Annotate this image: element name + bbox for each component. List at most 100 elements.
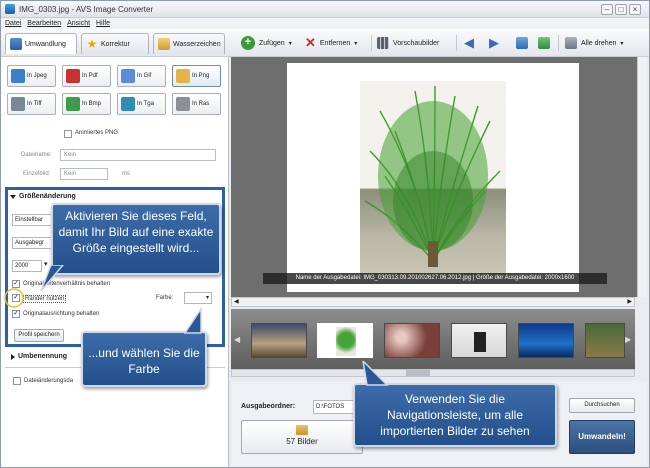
tiff-icon: [11, 97, 25, 111]
toolbar-separator: [558, 35, 559, 51]
date-change-checkbox[interactable]: [13, 377, 21, 385]
output-info-bar: Name der Ausgabedatei: IMG_030313.09.201…: [263, 273, 607, 284]
rotate-left-button[interactable]: [516, 35, 528, 51]
color-label: Farbe:: [156, 295, 174, 301]
format-ras-button[interactable]: In Ras: [172, 93, 221, 115]
format-label: In Png: [192, 73, 210, 79]
keep-orientation-checkbox[interactable]: ✓: [12, 310, 20, 318]
png-icon: [176, 69, 190, 83]
next-button[interactable]: ▶: [489, 35, 499, 51]
scroll-left-icon[interactable]: ◀: [234, 298, 239, 305]
star-icon: ★: [86, 37, 98, 51]
title-bar: IMG_0303.jpg - AVS Image Converter – □ ×: [1, 1, 649, 18]
animated-png-checkbox[interactable]: [64, 130, 72, 138]
color-picker[interactable]: ▾: [184, 292, 212, 304]
format-png-button[interactable]: In Png: [172, 65, 221, 87]
image-preview: [231, 57, 637, 297]
figure-thumb-icon: [474, 332, 486, 352]
browse-button[interactable]: Durchsuchen: [569, 398, 635, 413]
thumbnail-selected[interactable]: [317, 323, 373, 358]
thumbnail[interactable]: [384, 323, 440, 358]
ras-icon: [176, 97, 190, 111]
toolbar-separator: [371, 35, 372, 51]
callout-navigation: Verwenden Sie die Navigationsleiste, um …: [353, 383, 557, 447]
tab-umwandlung[interactable]: Umwandlung: [5, 33, 77, 54]
format-pdf-button[interactable]: In Pdf: [62, 65, 111, 87]
callout-resize: Aktivieren Sie dieses Feld, damit Ihr Bi…: [51, 203, 221, 275]
convert-icon: [10, 38, 22, 50]
rename-header[interactable]: Umbenennung: [11, 353, 67, 360]
rotate-right-button[interactable]: [538, 35, 550, 51]
menu-hilfe[interactable]: Hilfe: [96, 18, 110, 29]
format-label: In Gif: [137, 73, 152, 79]
thumbnails-button[interactable]: Vorschaubilder: [377, 35, 439, 51]
thumbnail[interactable]: [585, 323, 625, 358]
gif-icon: [121, 69, 135, 83]
vertical-scrollbar[interactable]: [637, 57, 647, 297]
single-frame-field[interactable]: Kein: [60, 168, 108, 180]
tab-korrektur[interactable]: ★ Korrektur: [81, 33, 149, 54]
minimize-button[interactable]: –: [601, 4, 613, 15]
toolbar-separator: [456, 35, 457, 51]
date-change-label: Dateiänderungsda: [24, 378, 74, 384]
thumbnails-label: Vorschaubilder: [393, 39, 440, 47]
app-icon: [5, 4, 15, 14]
add-button[interactable]: + Zufügen ▾: [241, 35, 292, 51]
scroll-thumb[interactable]: [406, 370, 430, 376]
format-jpeg-button[interactable]: In Jpeg: [7, 65, 56, 87]
toolbar: Umwandlung ★ Korrektur Wasserzeichen + Z…: [1, 29, 649, 57]
menu-bearbeiten[interactable]: Bearbeiten: [27, 18, 61, 29]
save-profile-button[interactable]: Profil speichern: [14, 329, 64, 342]
horizontal-scrollbar[interactable]: ◀ ▶: [231, 297, 635, 307]
dropdown-arrow-icon: ▾: [620, 40, 624, 47]
scroll-right-icon[interactable]: ▶: [627, 298, 632, 305]
menu-ansicht[interactable]: Ansicht: [67, 18, 90, 29]
tab-label: Wasserzeichen: [173, 40, 221, 48]
tab-wasserzeichen[interactable]: Wasserzeichen: [153, 33, 225, 54]
format-bmp-button[interactable]: In Bmp: [62, 93, 111, 115]
maximize-button[interactable]: □: [615, 4, 627, 15]
bmp-icon: [66, 97, 80, 111]
convert-button[interactable]: Umwandeln!: [569, 420, 635, 454]
output-folder-label: Ausgabeordner:: [241, 403, 296, 410]
filename-field[interactable]: Kein: [60, 149, 216, 161]
filmstrip-right-icon[interactable]: ▶: [625, 335, 631, 344]
thumbnail[interactable]: [251, 323, 307, 358]
dropdown-arrow-icon: ▾: [288, 40, 292, 47]
filmstrip-left-icon[interactable]: ◀: [234, 335, 240, 344]
filename-label: Dateiname:: [21, 152, 52, 158]
menu-bar: Datei Bearbeiten Ansicht Hilfe: [1, 18, 649, 29]
plus-icon: +: [241, 36, 255, 50]
folder-icon: [296, 425, 308, 435]
remove-button[interactable]: ✕ Entfernen ▾: [305, 35, 357, 51]
keep-orientation-label: Originalausrichtung behalten: [23, 311, 100, 317]
use-border-label: Ränder nutzen: [23, 295, 67, 303]
close-button[interactable]: ×: [629, 4, 641, 15]
format-tiff-button[interactable]: In Tiff: [7, 93, 56, 115]
images-count-button[interactable]: 57 Bilder: [241, 420, 363, 454]
add-label: Zufügen: [259, 39, 285, 47]
dropdown-arrow-icon: ▾: [354, 40, 358, 47]
images-count-label: 57 Bilder: [286, 437, 318, 446]
filmstrip-scrollbar[interactable]: [231, 369, 635, 377]
rotate-all-button[interactable]: Alle drehen ▾: [565, 35, 623, 51]
resize-header[interactable]: Größenänderung: [10, 193, 76, 200]
format-tga-button[interactable]: In Tga: [117, 93, 166, 115]
single-frame-label: Einzelbild:: [23, 171, 51, 177]
rename-header-label: Umbenennung: [18, 353, 67, 360]
menu-datei[interactable]: Datei: [5, 18, 21, 29]
rotate-all-icon: [565, 37, 577, 49]
format-label: In Jpeg: [27, 73, 47, 79]
tab-label: Umwandlung: [25, 40, 66, 48]
output-size-select[interactable]: Ausgabegr: [12, 237, 52, 249]
tga-icon: [121, 97, 135, 111]
thumbnail[interactable]: [518, 323, 574, 358]
rotate-right-icon: [538, 37, 550, 49]
thumbnail[interactable]: [451, 323, 507, 358]
animated-png-label: Animiertes PNG: [75, 130, 119, 136]
expand-arrow-icon: [10, 194, 16, 199]
watermark-icon: [158, 38, 170, 50]
resize-mode-select[interactable]: Einstellbar: [12, 214, 52, 226]
prev-button[interactable]: ◀: [464, 35, 474, 51]
format-gif-button[interactable]: In Gif: [117, 65, 166, 87]
